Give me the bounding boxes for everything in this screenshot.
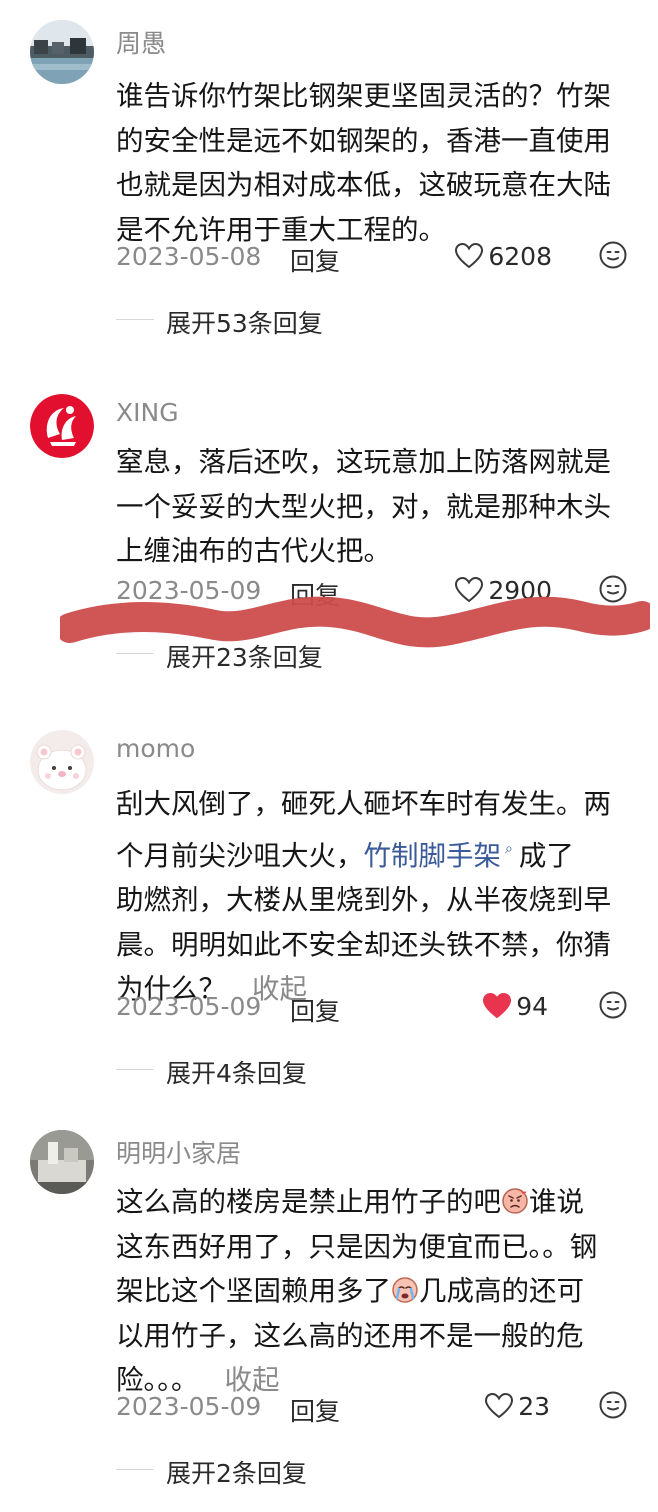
- comment-text-segment: 谁说: [529, 1186, 584, 1218]
- username[interactable]: XING: [116, 398, 179, 427]
- divider: [116, 319, 154, 320]
- heart-filled-icon: [483, 992, 512, 1019]
- avatar[interactable]: [30, 20, 94, 84]
- expand-replies-label: 展开4条回复: [166, 1059, 307, 1088]
- like-button[interactable]: 2900: [454, 572, 552, 608]
- comment-line: 刮大风倒了，砸死人砸坏车时有发生。两: [116, 788, 611, 820]
- comment-line: 谁告诉你竹架比钢架更坚固灵活的？竹架: [116, 80, 611, 112]
- comment-text-segment: 架比这个坚固赖用多了: [116, 1275, 391, 1307]
- comment-line: 也就是因为相对成本低，这破玩意在大陆: [116, 169, 611, 201]
- smiley-icon[interactable]: [598, 240, 628, 270]
- heart-icon: [455, 242, 484, 269]
- like-count: 6208: [488, 241, 552, 271]
- expand-replies-label: 展开53条回复: [166, 309, 323, 338]
- heart-icon: [455, 576, 484, 603]
- username[interactable]: 周愚: [116, 24, 166, 60]
- comment-text-segment: 几成高的还可: [419, 1275, 584, 1307]
- comment-text: 刮大风倒了，砸死人砸坏车时有发生。两 个月前尖沙咀大火，竹制脚手架 ⌕ 成了 助燃剂…: [116, 782, 636, 1012]
- comment-date: 2023-05-09: [116, 1392, 262, 1421]
- smiley-icon[interactable]: [598, 574, 628, 604]
- smiley-icon[interactable]: [598, 990, 628, 1020]
- comment-line: 上缠油布的古代火把。: [116, 535, 391, 567]
- like-button[interactable]: 94: [482, 988, 548, 1024]
- comment-text: 窒息，落后还吹，这玩意加上防落网就是 一个妥妥的大型火把，对，就是那种木头 上缠…: [116, 440, 636, 574]
- divider: [116, 653, 154, 654]
- like-count: 2900: [488, 575, 552, 605]
- reply-button[interactable]: 回复: [290, 1392, 340, 1428]
- comment-date: 2023-05-09: [116, 576, 262, 605]
- comment-line: 以用竹子，这么高的还用不是一般的危: [116, 1319, 584, 1352]
- comment-line: 这东西好用了，只是因为便宜而已。。钢: [116, 1230, 598, 1263]
- comment-line: 助燃剂，大楼从里烧到外，从半夜烧到早: [116, 884, 611, 916]
- username[interactable]: 明明小家居: [116, 1134, 241, 1170]
- reply-button[interactable]: 回复: [290, 242, 340, 278]
- comment-line: 一个妥妥的大型火把，对，就是那种木头: [116, 490, 611, 523]
- comment-text: 这么高的楼房是禁止用竹子的吧 谁说 这东西好用了，只是因为便宜而已。。钢 架比这…: [116, 1180, 636, 1403]
- smiley-icon[interactable]: [598, 1390, 628, 1420]
- avatar[interactable]: [30, 1130, 94, 1194]
- reply-button[interactable]: 回复: [290, 576, 340, 612]
- like-count: 23: [518, 1391, 550, 1421]
- comment-line: 架比这个坚固赖用多了 几成高的还可: [116, 1269, 636, 1314]
- comment-text-segment: 这么高的楼房是禁止用竹子的吧: [116, 1186, 501, 1218]
- comment-meta: 2023-05-08 回复 6208: [116, 236, 628, 276]
- divider: [116, 1069, 154, 1070]
- comment-meta: 2023-05-09 回复 23: [116, 1386, 628, 1426]
- comment-date: 2023-05-08: [116, 242, 262, 271]
- comment-meta: 2023-05-09 回复 2900: [116, 570, 628, 610]
- divider: [116, 1469, 154, 1470]
- comment-text-segment: 成了: [518, 839, 574, 872]
- comment-text: 谁告诉你竹架比钢架更坚固灵活的？竹架 的安全性是远不如钢架的，香港一直使用 也就…: [116, 74, 636, 252]
- comment-line: 的安全性是远不如钢架的，香港一直使用: [116, 124, 611, 157]
- expand-replies-label: 展开2条回复: [166, 1459, 307, 1488]
- search-icon: ⌕: [505, 840, 513, 857]
- comment-date: 2023-05-09: [116, 992, 262, 1021]
- reply-button[interactable]: 回复: [290, 992, 340, 1028]
- comment-line: 个月前尖沙咀大火，竹制脚手架 ⌕ 成了: [116, 827, 636, 879]
- comment-meta: 2023-05-09 回复 94: [116, 986, 628, 1026]
- angry-face-icon: [502, 1188, 528, 1214]
- avatar[interactable]: [30, 394, 94, 458]
- comment-line: 晨。明明如此不安全却还头铁不禁，你猜: [116, 928, 611, 961]
- comment-text-segment: 个月前尖沙咀大火，: [116, 839, 364, 872]
- heart-icon: [485, 1392, 514, 1419]
- expand-replies-label: 展开23条回复: [166, 643, 323, 672]
- crying-face-icon: [392, 1277, 418, 1303]
- avatar[interactable]: [30, 730, 94, 794]
- username[interactable]: momo: [116, 734, 195, 763]
- comment-line: 这么高的楼房是禁止用竹子的吧 谁说: [116, 1180, 636, 1225]
- like-button[interactable]: 23: [484, 1388, 550, 1424]
- topic-link[interactable]: 竹制脚手架: [364, 840, 502, 872]
- like-count: 94: [516, 991, 548, 1021]
- comment-line: 窒息，落后还吹，这玩意加上防落网就是: [116, 446, 611, 478]
- like-button[interactable]: 6208: [454, 238, 552, 274]
